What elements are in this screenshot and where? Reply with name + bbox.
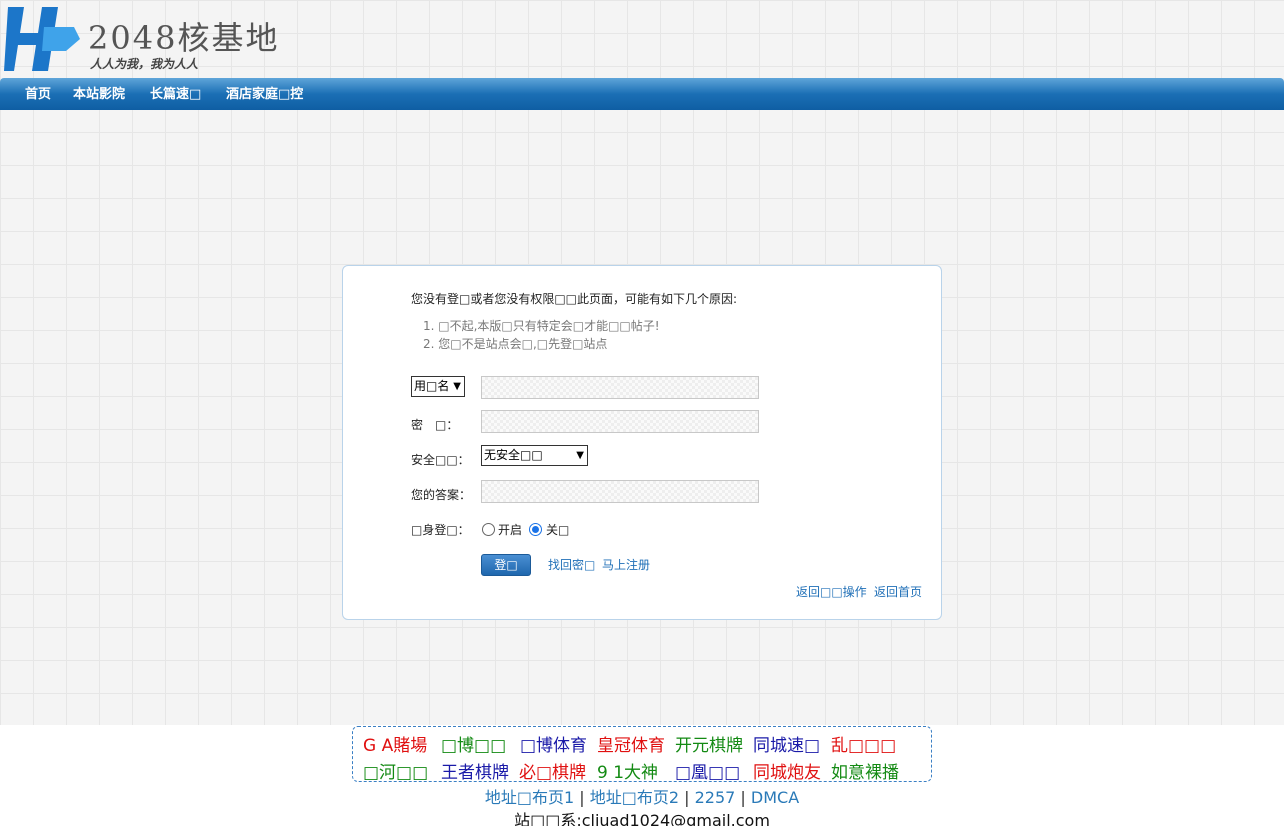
nav-cinema[interactable]: 本站影院: [73, 78, 125, 110]
go-home-link[interactable]: 返回首页: [874, 583, 922, 600]
register-link[interactable]: 马上注册: [602, 556, 650, 573]
ad-link[interactable]: 必□棋牌: [519, 758, 586, 783]
ad-link[interactable]: 9 1大神: [597, 758, 658, 783]
hidden-login-on-radio[interactable]: [482, 523, 495, 536]
logo-h-icon: [4, 7, 80, 71]
ad-link[interactable]: □凰□□: [675, 758, 740, 783]
footer-separator: |: [740, 788, 746, 807]
password-label: 密 □：: [411, 418, 459, 432]
hidden-login-on-label: 开启: [498, 523, 523, 537]
security-question-value: 无安全□□: [484, 448, 543, 462]
ad-link[interactable]: 乱□□□: [831, 731, 896, 756]
hidden-login-off-label: 关□: [546, 523, 570, 537]
ad-link[interactable]: □博体育: [520, 731, 587, 756]
ad-link[interactable]: 王者棋牌: [441, 758, 509, 783]
reason-list: 1. □不起,本版□只有特定会□才能□□帖子! 2. 您□不是站点会□,□先登□…: [423, 317, 660, 353]
ad-banner: G A賭場 □博□□ □博体育 皇冠体育 开元棋牌 同城速□ 乱□□□ □河□□…: [352, 726, 932, 783]
logo-title: 2048核基地: [88, 19, 280, 57]
security-question-label: 安全□□：: [411, 453, 470, 467]
ad-link[interactable]: G A賭場: [363, 731, 427, 756]
answer-input[interactable]: [481, 480, 759, 503]
hidden-login-off-radio[interactable]: [529, 523, 542, 536]
username-type-value: 用□名: [414, 379, 450, 393]
site-header: 2048核基地 人人为我，我为人人: [0, 0, 1284, 78]
footer-separator: |: [684, 788, 690, 807]
ad-link[interactable]: 同城速□: [753, 731, 820, 756]
footer-link-dmca[interactable]: DMCA: [751, 788, 799, 807]
ad-link[interactable]: 同城炮友: [753, 758, 821, 783]
go-back-link[interactable]: 返回□□操作: [796, 583, 867, 600]
security-question-select[interactable]: 无安全□□ ▼: [481, 445, 588, 466]
reason-item: 1. □不起,本版□只有特定会□才能□□帖子!: [423, 319, 660, 333]
reason-item: 2. 您□不是站点会□,□先登□站点: [423, 337, 608, 351]
password-input[interactable]: [481, 410, 759, 433]
logo-slogan: 人人为我，我为人人: [90, 57, 199, 71]
nav-long-stories[interactable]: 长篇速□: [150, 78, 201, 110]
answer-label: 您的答案：: [411, 488, 472, 502]
find-password-link[interactable]: 找回密□: [548, 556, 595, 573]
login-button[interactable]: 登□: [481, 554, 531, 576]
chevron-down-icon: ▼: [453, 381, 461, 392]
permission-message: 您没有登□或者您没有权限□□此页面，可能有如下几个原因:: [411, 292, 738, 306]
nav-home[interactable]: 首页: [25, 78, 51, 110]
footer-link-address-2[interactable]: 地址□布页2: [590, 788, 679, 807]
username-input[interactable]: [481, 376, 759, 399]
site-logo[interactable]: 2048核基地 人人为我，我为人人: [4, 5, 284, 75]
ad-link[interactable]: □河□□: [363, 758, 428, 783]
ad-link[interactable]: 如意裸播: [831, 758, 899, 783]
footer-links: 地址□布页1 | 地址□布页2 | 2257 | DMCA: [0, 784, 1284, 808]
footer-separator: |: [579, 788, 585, 807]
contact-email: 站□□系:cliuad1024@gmail.com: [514, 811, 770, 826]
username-type-select[interactable]: 用□名 ▼: [411, 376, 465, 397]
nav-hotel-family[interactable]: 酒店家庭□控: [226, 78, 303, 110]
ad-link[interactable]: □博□□: [441, 731, 506, 756]
footer-link-address-1[interactable]: 地址□布页1: [485, 788, 574, 807]
main-nav: 首页 本站影院 长篇速□ 酒店家庭□控: [0, 78, 1284, 110]
hidden-login-label: □身登□：: [411, 523, 470, 537]
ad-link[interactable]: 开元棋牌: [675, 731, 743, 756]
login-panel: 您没有登□或者您没有权限□□此页面，可能有如下几个原因: 1. □不起,本版□只…: [342, 265, 942, 620]
footer-link-2257[interactable]: 2257: [695, 788, 736, 807]
ad-link[interactable]: 皇冠体育: [597, 731, 665, 756]
chevron-down-icon: ▼: [576, 450, 584, 461]
